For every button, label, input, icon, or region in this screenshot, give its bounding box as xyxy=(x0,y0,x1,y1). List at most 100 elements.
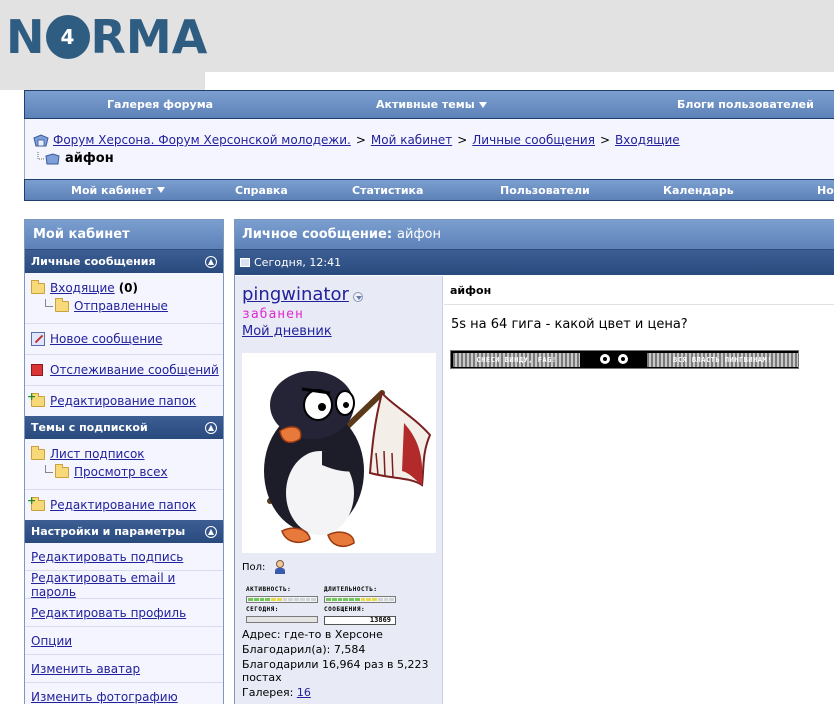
breadcrumb-separator: > xyxy=(599,133,611,147)
sidebar-category-messages[interactable]: Личные сообщения ▲ xyxy=(25,250,223,273)
change-photo-link[interactable]: Изменить фотографию xyxy=(31,690,178,704)
user-gallery: Галерея: 16 xyxy=(242,686,442,699)
edit-email-link[interactable]: Редактировать email и пароль xyxy=(31,571,223,599)
nav-users-label: Пользователи xyxy=(500,183,590,197)
user-cp-sidebar: Мой кабинет Личные сообщения ▲ Входящие … xyxy=(24,219,224,704)
tree-line-icon xyxy=(45,299,53,307)
tracking-icon xyxy=(31,364,43,376)
activity-bar xyxy=(246,596,318,603)
sidebar-category-settings[interactable]: Настройки и параметры ▲ xyxy=(25,520,223,543)
panel-title: Личное сообщение: айфон xyxy=(235,220,834,250)
nav-more[interactable]: Но xyxy=(817,180,834,200)
nav-help[interactable]: Справка xyxy=(235,180,288,200)
sidebar-item-edit-profile[interactable]: Редактировать профиль xyxy=(25,599,223,627)
folder-icon xyxy=(55,463,69,478)
tree-line-icon xyxy=(45,465,53,473)
avatar[interactable] xyxy=(242,353,436,553)
top-navbar: Галерея форума Активные темы Блоги польз… xyxy=(24,90,834,119)
stat-today-label: СЕГОДНЯ: xyxy=(246,606,279,613)
stat-activity-label: АКТИВНОСТЬ: xyxy=(246,586,292,593)
signature-right-text: ВСЯ ВЛАСТЬ ПИНГВИНАМ! xyxy=(647,353,798,367)
sidebar-folders-block: Входящие (0) Отправленные xyxy=(25,273,223,324)
sidebar-item-change-photo[interactable]: Изменить фотографию xyxy=(25,683,223,704)
panel-title-label: Личное сообщение xyxy=(242,227,387,242)
breadcrumb-current-title: айфон xyxy=(65,151,114,166)
edit-sub-folders-link[interactable]: Редактирование папок xyxy=(50,498,196,512)
gallery-count-link[interactable]: 16 xyxy=(297,686,311,699)
options-link[interactable]: Опции xyxy=(31,634,72,648)
sidebar-title: Мой кабинет xyxy=(25,220,223,250)
username-row: pingwinator xyxy=(242,284,442,305)
penguin-avatar-icon xyxy=(264,371,432,548)
tracking-link[interactable]: Отслеживание сообщений xyxy=(50,363,219,377)
breadcrumb-trail: Форум Херсона. Форум Херсонской молодежи… xyxy=(33,133,680,147)
folder-icon xyxy=(31,445,45,460)
nav-users[interactable]: Пользователи xyxy=(500,180,590,200)
inbox-count: (0) xyxy=(118,281,139,295)
stat-duration-label: ДЛИТЕЛЬНОСТЬ: xyxy=(324,586,378,593)
breadcrumb-separator: > xyxy=(355,133,366,147)
sidebar-category-subscriptions[interactable]: Темы с подпиской ▲ xyxy=(25,416,223,439)
sidebar-item-inbox[interactable]: Входящие (0) xyxy=(31,279,217,297)
sidebar-item-subscription-list[interactable]: Лист подписок xyxy=(31,445,217,463)
duration-bar xyxy=(324,596,396,603)
sidebar-item-change-avatar[interactable]: Изменить аватар xyxy=(25,655,223,683)
change-avatar-link[interactable]: Изменить аватар xyxy=(31,662,140,676)
user-menu-caret-icon[interactable] xyxy=(352,291,363,302)
compose-icon xyxy=(31,332,45,346)
sidebar-item-edit-sub-folders[interactable]: Редактирование папок xyxy=(25,490,223,520)
collapse-icon[interactable]: ▲ xyxy=(205,421,217,434)
nav-blogs[interactable]: Блоги пользователей xyxy=(677,91,814,118)
nav-my-cabinet[interactable]: Мой кабинет xyxy=(71,180,165,200)
view-all-link[interactable]: Просмотр всех xyxy=(74,465,168,479)
signature-left-text: СНЕСИ ВИНДУ, FAG! xyxy=(453,353,580,367)
sidebar-subscriptions-block: Лист подписок Просмотр всех xyxy=(25,439,223,490)
folder-add-icon xyxy=(27,390,45,407)
sidebar-item-edit-signature[interactable]: Редактировать подпись xyxy=(25,543,223,571)
edit-folders-link[interactable]: Редактирование папок xyxy=(50,394,196,408)
sidebar-item-options[interactable]: Опции xyxy=(25,627,223,655)
subscription-list-link[interactable]: Лист подписок xyxy=(50,447,145,461)
breadcrumb-link-forum[interactable]: Форум Херсона. Форум Херсонской молодежи… xyxy=(53,133,351,147)
inbox-link[interactable]: Входящие xyxy=(50,281,115,295)
post-icon xyxy=(240,258,250,267)
forum-home-icon[interactable] xyxy=(33,133,49,147)
nav-statistics[interactable]: Статистика xyxy=(352,180,423,200)
author-info: pingwinator забанен Мой дневник Пол: АКТ… xyxy=(235,276,443,704)
user-thanked-by: Благодарили 16,964 раз в 5,223 постах xyxy=(242,658,429,684)
posts-count: 13869 xyxy=(324,616,396,625)
site-logo[interactable]: N 4 RMA xyxy=(6,10,207,64)
new-message-link[interactable]: Новое сообщение xyxy=(50,332,162,346)
author-username[interactable]: pingwinator xyxy=(242,284,349,305)
site-header: N 4 RMA xyxy=(0,0,834,90)
panel-title-colon: : xyxy=(386,227,393,242)
sidebar-item-tracking[interactable]: Отслеживание сообщений xyxy=(25,355,223,386)
sidebar-item-new-message[interactable]: Новое сообщение xyxy=(25,324,223,355)
sent-link[interactable]: Отправленные xyxy=(74,299,168,313)
sidebar-category-label: Личные сообщения xyxy=(31,255,156,268)
sidebar-item-edit-folders[interactable]: Редактирование папок xyxy=(25,386,223,416)
edit-profile-link[interactable]: Редактировать профиль xyxy=(31,606,186,620)
diary-link[interactable]: Мой дневник xyxy=(242,324,332,339)
gallery-label: Галерея: xyxy=(242,686,294,699)
nav-active-topics[interactable]: Активные темы xyxy=(376,91,487,118)
nav-calendar[interactable]: Календарь xyxy=(663,180,734,200)
logo-circle: 4 xyxy=(45,15,90,59)
sidebar-item-edit-email[interactable]: Редактировать email и пароль xyxy=(25,571,223,599)
edit-signature-link[interactable]: Редактировать подпись xyxy=(31,550,183,564)
breadcrumb-link-inbox[interactable]: Входящие xyxy=(615,133,680,147)
breadcrumb-link-pm[interactable]: Личные сообщения xyxy=(472,133,595,147)
sidebar-item-sent[interactable]: Отправленные xyxy=(31,297,217,315)
breadcrumb-link-cabinet[interactable]: Мой кабинет xyxy=(371,133,452,147)
sidebar-category-label: Темы с подпиской xyxy=(31,421,148,434)
collapse-icon[interactable]: ▲ xyxy=(205,255,217,268)
secondary-navbar: Мой кабинет Справка Статистика Пользоват… xyxy=(24,179,834,201)
collapse-icon[interactable]: ▲ xyxy=(205,525,217,538)
nav-active-topics-label: Активные темы xyxy=(376,98,475,111)
nav-gallery[interactable]: Галерея форума xyxy=(107,91,213,118)
user-status: забанен xyxy=(242,307,304,322)
breadcrumb-current: айфон xyxy=(35,151,114,166)
nav-more-label: Но xyxy=(817,183,834,197)
nav-help-label: Справка xyxy=(235,183,288,197)
sidebar-item-view-all[interactable]: Просмотр всех xyxy=(31,463,217,481)
